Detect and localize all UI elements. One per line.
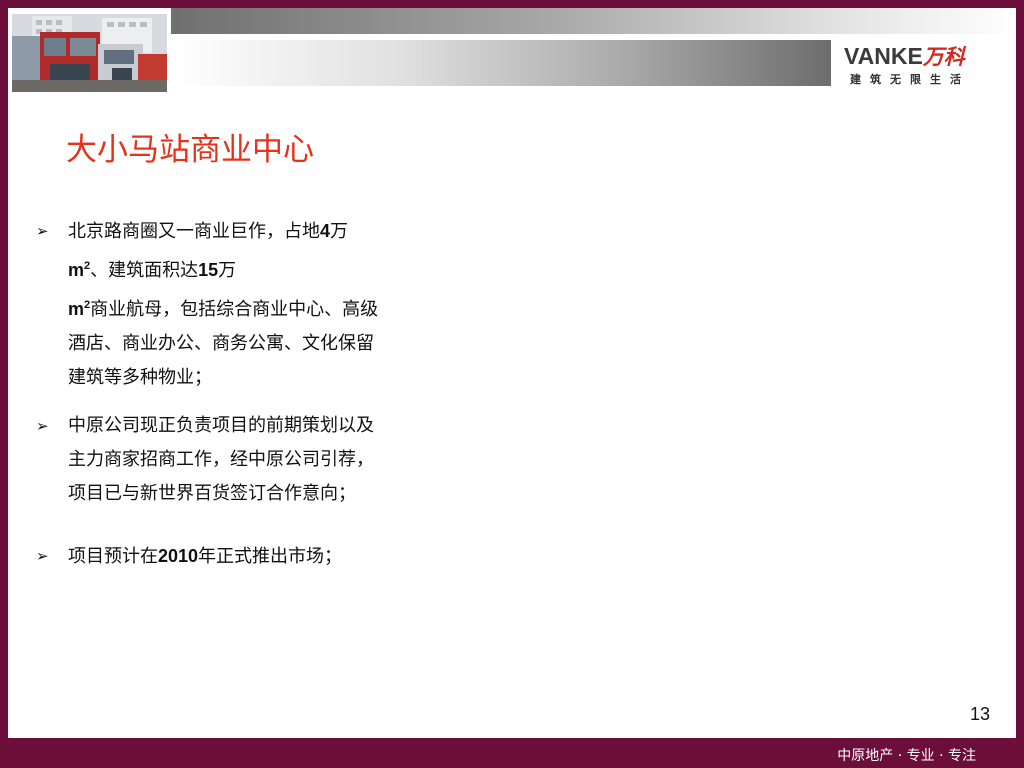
bullet-text: 中原公司现正负责项目的前期策划以及主力商家招商工作，经中原公司引荐，项目已与新世… [68, 415, 374, 504]
launch-year: 2010 [158, 546, 199, 566]
arrow-bullet-icon: ➢ [36, 222, 49, 240]
bullet-item: ➢ 北京路商圈又一商业巨作，占地4万m2、建筑面积达15万 m2商业航母，包括综合… [36, 214, 386, 395]
area-unit: m [68, 260, 85, 280]
logo-tagline: 建筑无限生活 [850, 73, 970, 86]
area-value: 4 [320, 221, 331, 241]
logo-text-en: VANKE [844, 43, 923, 69]
bullet-text: 商业航母，包括综合商业中心、高级酒店、商业办公、商务公寓、文化保留建筑等多种物业… [68, 299, 379, 388]
slide-title: 大小马站商业中心 [66, 132, 314, 168]
arrow-bullet-icon: ➢ [36, 417, 49, 435]
bullet-item: ➢ 中原公司现正负责项目的前期策划以及主力商家招商工作，经中原公司引荐，项目已与… [36, 409, 386, 511]
bullet-text: 北京路商圈又一商业巨作，占地 [68, 221, 320, 242]
floor-area-value: 15 [198, 260, 219, 280]
bullet-text: 项目预计在 [68, 546, 158, 567]
bullet-text: 万 [330, 221, 349, 242]
bullet-text: 年正式推出市场； [198, 546, 343, 567]
footer-text: 中原地产 · 专业 · 专注 [837, 748, 976, 764]
header-bar-bottom [171, 40, 831, 86]
header-bar-top [171, 8, 1016, 34]
vanke-logo: VANKE万科 建筑无限生活 [844, 42, 1004, 92]
arrow-bullet-icon: ➢ [36, 547, 49, 565]
bullet-item: ➢ 项目预计在2010年正式推出市场； [36, 539, 386, 574]
bullet-text: 万 [218, 260, 237, 281]
bullet-text: 、建筑面积达 [90, 260, 199, 281]
logo-text-cn: 万科 [922, 45, 965, 69]
page-number: 13 [969, 704, 990, 724]
building-illustration [12, 14, 167, 92]
floor-area-unit: m [68, 299, 85, 319]
building-photo [12, 14, 167, 92]
slide: VANKE万科 建筑无限生活 大小马站商业中心 ➢ 北京路商圈又一商业巨作，占地… [8, 8, 1016, 738]
bullet-list: ➢ 北京路商圈又一商业巨作，占地4万m2、建筑面积达15万 m2商业航母，包括综合… [36, 214, 386, 574]
